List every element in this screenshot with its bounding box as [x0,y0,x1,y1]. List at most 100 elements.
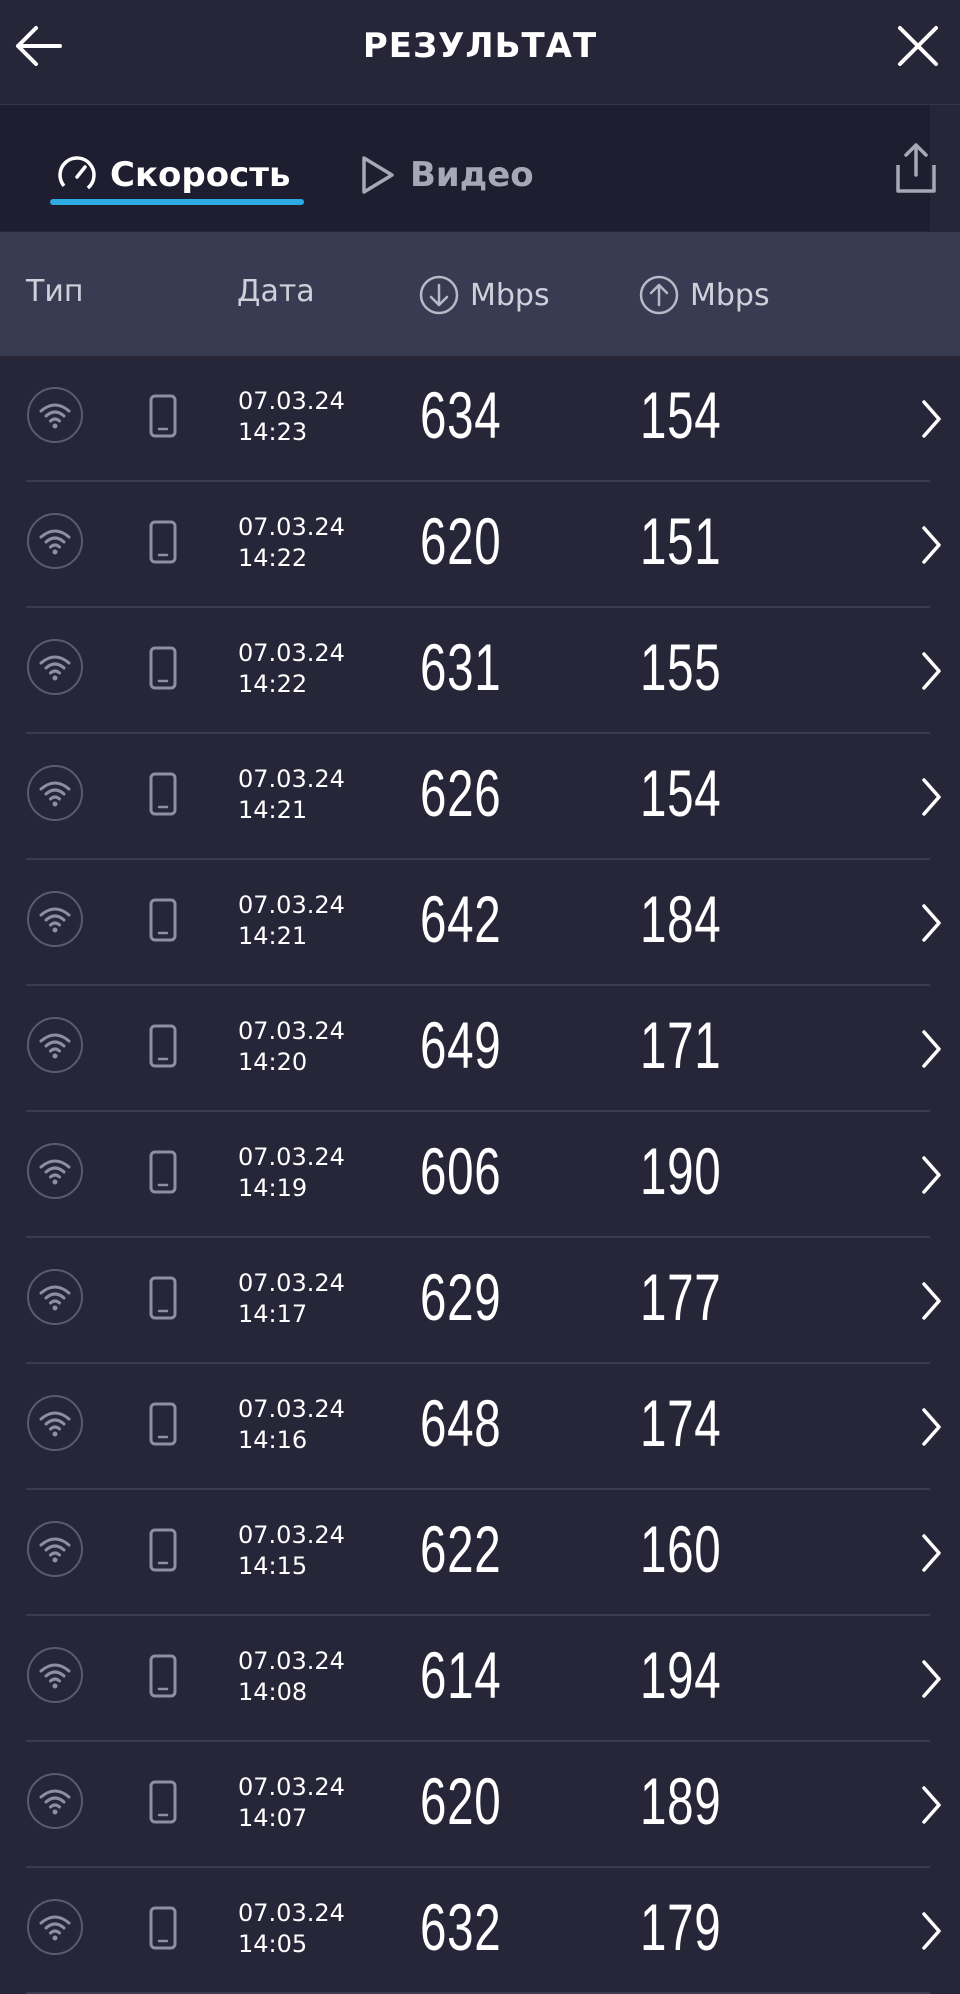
chevron-right-icon [922,1030,941,1068]
close-icon[interactable] [890,18,946,74]
download-speed: 632 [420,1890,502,1964]
tab-bar: Скорость Видео [0,105,930,231]
wifi-icon [27,1269,83,1325]
chevron-right-icon [922,778,941,816]
download-speed: 631 [420,630,502,704]
active-tab-indicator [50,199,304,205]
download-speed: 620 [420,1764,502,1838]
tab-speed-label: Скорость [110,155,291,195]
upload-speed: 189 [640,1764,722,1838]
result-datetime: 07.03.24 14:19 [238,1142,345,1204]
result-datetime: 07.03.24 14:22 [238,638,345,700]
result-row[interactable]: 07.03.24 14:21 642 184 [0,860,960,986]
speedometer-icon [58,156,96,194]
download-speed: 648 [420,1386,502,1460]
result-datetime: 07.03.24 14:23 [238,386,345,448]
result-row[interactable]: 07.03.24 14:20 649 171 [0,986,960,1112]
wifi-icon [27,1395,83,1451]
result-row[interactable]: 07.03.24 14:17 629 177 [0,1238,960,1364]
result-row[interactable]: 07.03.24 14:15 622 160 [0,1490,960,1616]
wifi-icon [27,387,83,443]
download-speed: 622 [420,1512,502,1586]
result-date: 07.03.24 [238,1773,345,1801]
upload-arrow-icon [639,275,679,315]
download-speed: 620 [420,504,502,578]
tab-video[interactable]: Видео [358,145,534,205]
phone-icon [149,1402,177,1446]
result-date: 07.03.24 [238,1269,345,1297]
result-row[interactable]: 07.03.24 14:16 648 174 [0,1364,960,1490]
phone-icon [149,394,177,438]
column-header: Тип Дата Mbps Mbps [0,232,960,356]
phone-icon [149,1150,177,1194]
tab-video-label: Видео [410,155,534,195]
result-date: 07.03.24 [238,1395,345,1423]
result-row[interactable]: 07.03.24 14:08 614 194 [0,1616,960,1742]
column-download: Mbps [418,274,550,316]
result-time: 14:19 [238,1174,308,1202]
result-datetime: 07.03.24 14:16 [238,1394,345,1456]
result-row[interactable]: 07.03.24 14:05 632 179 [0,1868,960,1994]
chevron-right-icon [922,1786,941,1824]
upload-speed: 171 [640,1008,722,1082]
column-type: Тип [26,274,83,309]
result-row[interactable]: 07.03.24 14:22 631 155 [0,608,960,734]
chevron-right-icon [922,1534,941,1572]
result-time: 14:16 [238,1426,308,1454]
result-datetime: 07.03.24 14:15 [238,1520,345,1582]
upload-speed: 194 [640,1638,722,1712]
play-icon [362,156,394,194]
result-row[interactable]: 07.03.24 14:23 634 154 [0,356,960,482]
result-date: 07.03.24 [238,1521,345,1549]
download-speed: 606 [420,1134,502,1208]
phone-icon [149,1780,177,1824]
download-speed: 634 [420,378,502,452]
result-time: 14:21 [238,796,308,824]
phone-icon [149,646,177,690]
share-icon[interactable] [888,139,944,199]
upload-speed: 160 [640,1512,722,1586]
wifi-icon [27,891,83,947]
column-download-label: Mbps [470,277,550,313]
column-date: Дата [237,274,315,309]
upload-speed: 154 [640,756,722,830]
phone-icon [149,772,177,816]
phone-icon [149,1654,177,1698]
wifi-icon [27,1143,83,1199]
tab-speed[interactable]: Скорость [56,145,290,205]
wifi-icon [27,765,83,821]
upload-speed: 190 [640,1134,722,1208]
column-upload: Mbps [638,274,770,316]
phone-icon [149,1906,177,1950]
result-date: 07.03.24 [238,891,345,919]
download-speed: 629 [420,1260,502,1334]
upload-speed: 154 [640,378,722,452]
top-bar: РЕЗУЛЬТАТ [0,0,960,105]
column-upload-label: Mbps [690,277,770,313]
result-datetime: 07.03.24 14:08 [238,1646,345,1708]
page-title: РЕЗУЛЬТАТ [362,26,598,66]
result-date: 07.03.24 [238,639,345,667]
result-row[interactable]: 07.03.24 14:22 620 151 [0,482,960,608]
result-time: 14:21 [238,922,308,950]
result-datetime: 07.03.24 14:07 [238,1772,345,1834]
result-date: 07.03.24 [238,1899,345,1927]
result-row[interactable]: 07.03.24 14:21 626 154 [0,734,960,860]
wifi-icon [27,1647,83,1703]
phone-icon [149,898,177,942]
download-speed: 614 [420,1638,502,1712]
result-time: 14:15 [238,1552,308,1580]
wifi-icon [27,639,83,695]
wifi-icon [27,1521,83,1577]
result-row[interactable]: 07.03.24 14:07 620 189 [0,1742,960,1868]
download-arrow-icon [419,275,459,315]
result-date: 07.03.24 [238,1647,345,1675]
chevron-right-icon [922,1660,941,1698]
result-date: 07.03.24 [238,1017,345,1045]
column-type-label: Тип [26,274,84,309]
result-time: 14:22 [238,670,308,698]
upload-speed: 151 [640,504,722,578]
result-row[interactable]: 07.03.24 14:19 606 190 [0,1112,960,1238]
result-datetime: 07.03.24 14:17 [238,1268,345,1330]
chevron-right-icon [922,1912,941,1950]
